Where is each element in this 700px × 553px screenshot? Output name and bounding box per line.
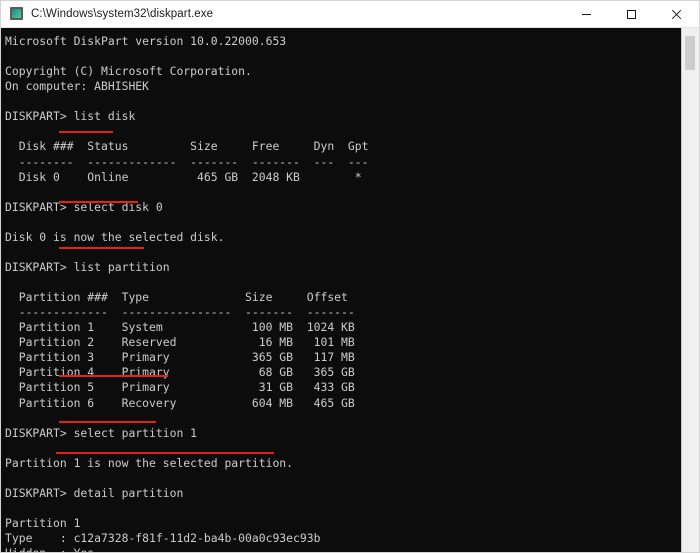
console-area: Microsoft DiskPart version 10.0.22000.65… (1, 28, 699, 552)
window-controls (564, 1, 699, 27)
minimize-button[interactable] (564, 1, 609, 27)
diskpart-app-icon (10, 7, 24, 21)
window-titlebar[interactable]: C:\Windows\system32\diskpart.exe (1, 1, 699, 28)
console-output[interactable]: Microsoft DiskPart version 10.0.22000.65… (1, 28, 681, 552)
maximize-button[interactable] (609, 1, 654, 27)
scrollbar-thumb[interactable] (685, 36, 695, 70)
window-title: C:\Windows\system32\diskpart.exe (31, 8, 214, 20)
console-text: Microsoft DiskPart version 10.0.22000.65… (5, 34, 369, 552)
console-scrollbar[interactable] (681, 28, 699, 552)
diskpart-window: C:\Windows\system32\diskpart.exe Microso… (0, 0, 700, 553)
close-button[interactable] (654, 1, 699, 27)
